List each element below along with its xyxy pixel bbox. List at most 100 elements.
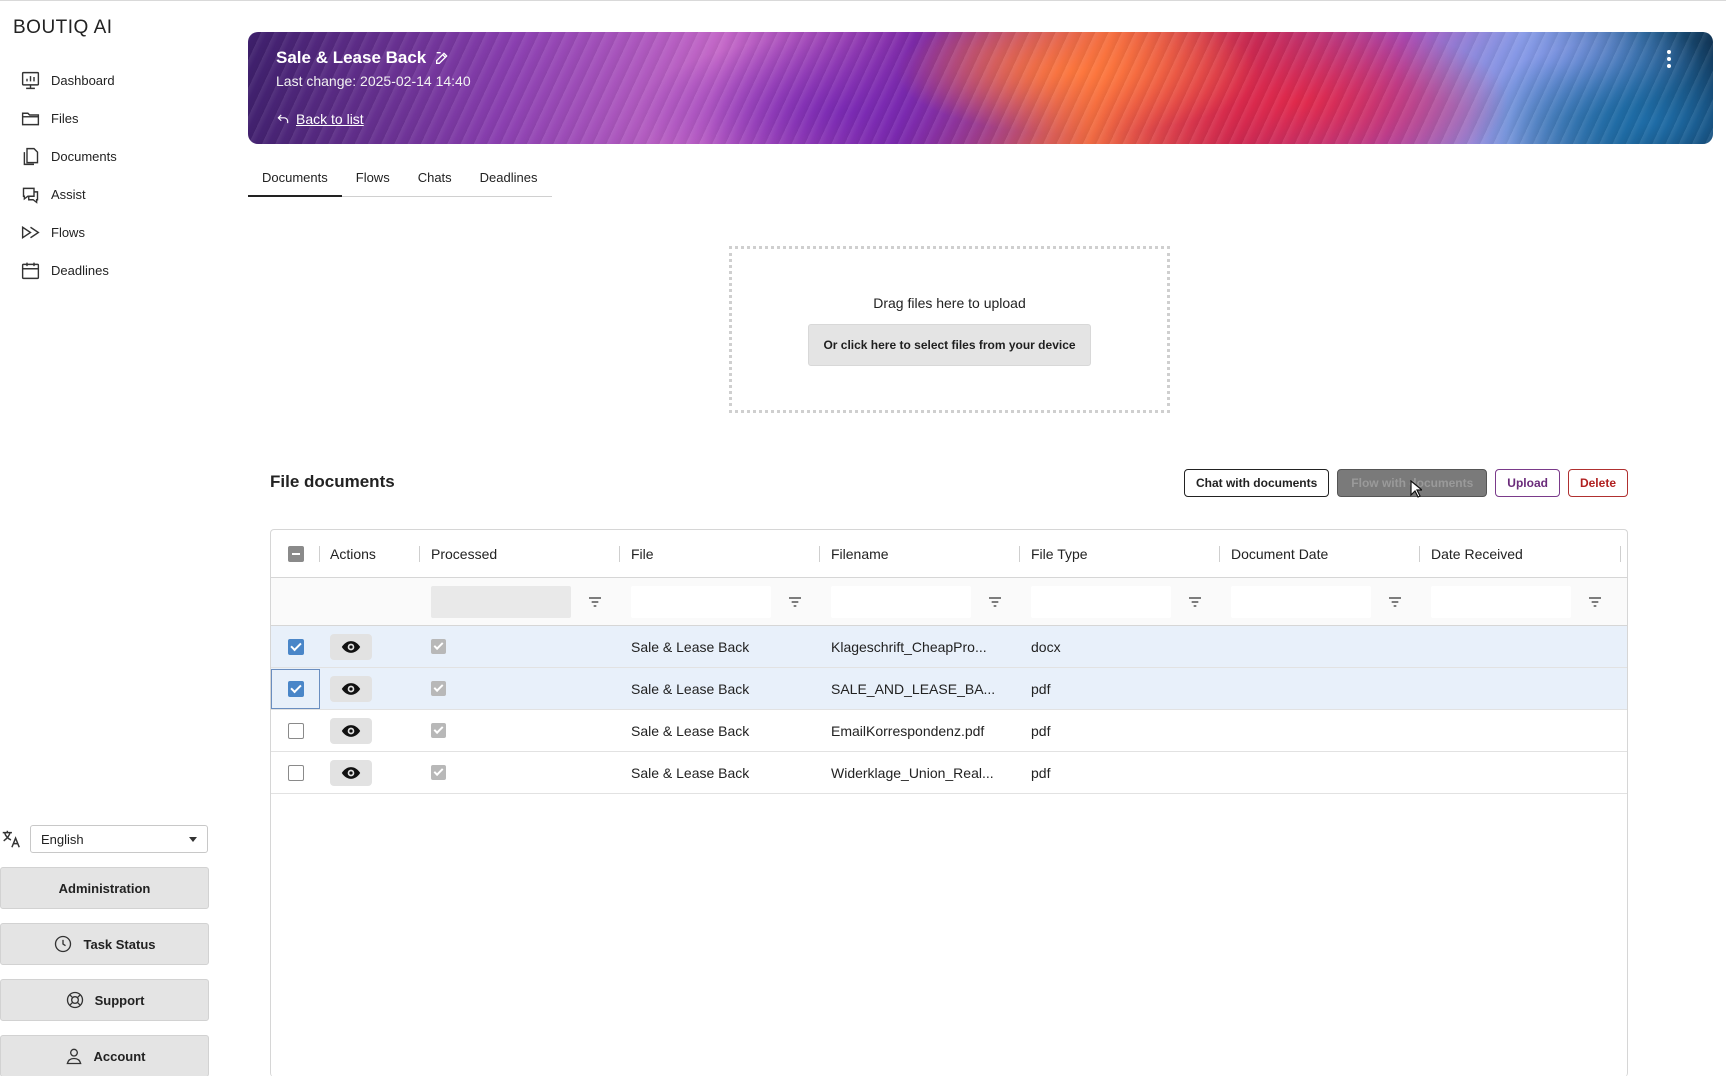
caret-down-icon bbox=[189, 836, 197, 842]
filter-input[interactable] bbox=[831, 585, 971, 618]
language-select[interactable]: English bbox=[30, 825, 208, 853]
sidebar-item-flows[interactable]: Flows bbox=[20, 213, 240, 251]
filter-icon[interactable] bbox=[787, 594, 803, 610]
tab-flows[interactable]: Flows bbox=[342, 166, 404, 196]
edit-icon[interactable] bbox=[434, 50, 450, 66]
filter-file-type bbox=[1020, 578, 1220, 625]
row-processed-cell bbox=[420, 710, 620, 751]
column-header-file[interactable]: File bbox=[620, 530, 820, 577]
file-header-banner: Sale & Lease Back Last change: 2025-02-1… bbox=[248, 32, 1713, 144]
filter-filename bbox=[820, 578, 1020, 625]
cell-document-date bbox=[1220, 752, 1420, 793]
chat-with-documents-button[interactable]: Chat with documents bbox=[1183, 469, 1330, 497]
last-change: Last change: 2025-02-14 14:40 bbox=[276, 73, 471, 89]
filter-input[interactable] bbox=[1431, 585, 1571, 618]
support-button[interactable]: Support bbox=[0, 979, 209, 1021]
table-row[interactable]: Sale & Lease Back Klageschrift_CheapPro.… bbox=[271, 626, 1627, 668]
row-actions-cell bbox=[320, 668, 420, 709]
back-arrow-icon bbox=[277, 114, 289, 124]
row-select-cell bbox=[271, 626, 320, 667]
flows-icon bbox=[21, 225, 40, 239]
sidebar-item-documents[interactable]: Documents bbox=[20, 137, 240, 175]
cell-filename: Klageschrift_CheapPro... bbox=[831, 638, 987, 655]
row-processed-cell bbox=[420, 668, 620, 709]
sidebar-item-dashboard[interactable]: Dashboard bbox=[20, 61, 240, 99]
lifebuoy-icon bbox=[66, 991, 83, 1009]
filter-input[interactable] bbox=[1231, 585, 1371, 618]
table-row[interactable]: Sale & Lease Back Widerklage_Union_Real.… bbox=[271, 752, 1627, 794]
cell-date-received bbox=[1420, 752, 1627, 793]
filter-icon[interactable] bbox=[587, 594, 603, 610]
row-checkbox[interactable] bbox=[287, 764, 304, 781]
administration-button[interactable]: Administration bbox=[0, 867, 209, 909]
documents-icon bbox=[23, 147, 39, 165]
filter-input[interactable] bbox=[431, 585, 571, 618]
view-button[interactable] bbox=[330, 717, 372, 744]
column-header-filename[interactable]: Filename bbox=[820, 530, 1020, 577]
documents-table: Actions Processed File Filename File Typ… bbox=[270, 529, 1628, 1076]
language-value: English bbox=[41, 831, 84, 847]
file-title: Sale & Lease Back bbox=[276, 48, 450, 68]
view-button[interactable] bbox=[330, 675, 372, 702]
mouse-cursor-icon bbox=[1410, 480, 1422, 498]
filter-input[interactable] bbox=[631, 585, 771, 618]
filter-date-received bbox=[1420, 578, 1627, 625]
calendar-icon bbox=[21, 262, 40, 279]
table-row[interactable]: Sale & Lease Back SALE_AND_LEASE_BA... p… bbox=[271, 668, 1627, 710]
cell-date-received bbox=[1420, 626, 1627, 667]
back-to-list-link[interactable]: Back to list bbox=[276, 111, 364, 127]
sidebar-item-files[interactable]: Files bbox=[20, 99, 240, 137]
sidebar-nav: Dashboard Files Documents Assist Flows D… bbox=[20, 61, 240, 289]
cell-document-date bbox=[1220, 710, 1420, 751]
administration-label: Administration bbox=[58, 880, 151, 896]
upload-dropzone[interactable]: Drag files here to upload Or click here … bbox=[729, 246, 1170, 413]
filter-input[interactable] bbox=[1031, 585, 1171, 618]
row-select-cell bbox=[271, 710, 320, 751]
language-row: English bbox=[0, 825, 208, 853]
column-header-file-type[interactable]: File Type bbox=[1020, 530, 1220, 577]
cell-date-received bbox=[1420, 668, 1627, 709]
chat-icon bbox=[22, 187, 39, 204]
cell-filename: SALE_AND_LEASE_BA... bbox=[831, 680, 996, 697]
select-all-checkbox[interactable] bbox=[287, 545, 304, 562]
filter-icon[interactable] bbox=[1587, 594, 1603, 610]
processed-checkbox bbox=[431, 639, 446, 654]
task-status-button[interactable]: Task Status bbox=[0, 923, 209, 965]
sidebar-item-assist[interactable]: Assist bbox=[20, 175, 240, 213]
view-button[interactable] bbox=[330, 633, 372, 660]
column-header-processed[interactable]: Processed bbox=[420, 530, 620, 577]
select-files-button[interactable]: Or click here to select files from your … bbox=[808, 324, 1091, 366]
filter-processed bbox=[420, 578, 620, 625]
row-checkbox[interactable] bbox=[287, 638, 304, 655]
upload-button[interactable]: Upload bbox=[1495, 469, 1560, 497]
tab-chats[interactable]: Chats bbox=[404, 166, 466, 196]
cell-file-type: docx bbox=[1031, 638, 1061, 655]
table-row[interactable]: Sale & Lease Back EmailKorrespondenz.pdf… bbox=[271, 710, 1627, 752]
task-status-label: Task Status bbox=[83, 936, 156, 952]
select-all-cell bbox=[271, 530, 320, 577]
tab-deadlines[interactable]: Deadlines bbox=[466, 166, 552, 196]
back-to-list-label: Back to list bbox=[296, 111, 364, 127]
account-button[interactable]: Account bbox=[0, 1035, 209, 1076]
filter-row bbox=[271, 578, 1627, 626]
delete-button[interactable]: Delete bbox=[1567, 469, 1628, 497]
row-checkbox[interactable] bbox=[287, 722, 304, 739]
tab-documents[interactable]: Documents bbox=[248, 166, 342, 197]
row-checkbox[interactable] bbox=[287, 680, 304, 697]
filter-icon[interactable] bbox=[1187, 594, 1203, 610]
file-title-text: Sale & Lease Back bbox=[276, 48, 427, 67]
column-header-document-date[interactable]: Document Date bbox=[1220, 530, 1420, 577]
view-button[interactable] bbox=[330, 759, 372, 786]
more-options-icon[interactable] bbox=[1665, 50, 1673, 68]
eye-icon bbox=[341, 682, 361, 695]
processed-checkbox bbox=[431, 681, 446, 696]
row-processed-cell bbox=[420, 752, 620, 793]
filter-document-date bbox=[1220, 578, 1420, 625]
column-header-date-received[interactable]: Date Received bbox=[1420, 530, 1627, 577]
filter-icon[interactable] bbox=[987, 594, 1003, 610]
sidebar-item-label: Documents bbox=[51, 148, 117, 164]
column-header-actions[interactable]: Actions bbox=[320, 530, 420, 577]
sidebar-item-deadlines[interactable]: Deadlines bbox=[20, 251, 240, 289]
section-title: File documents bbox=[270, 472, 395, 491]
filter-icon[interactable] bbox=[1387, 594, 1403, 610]
